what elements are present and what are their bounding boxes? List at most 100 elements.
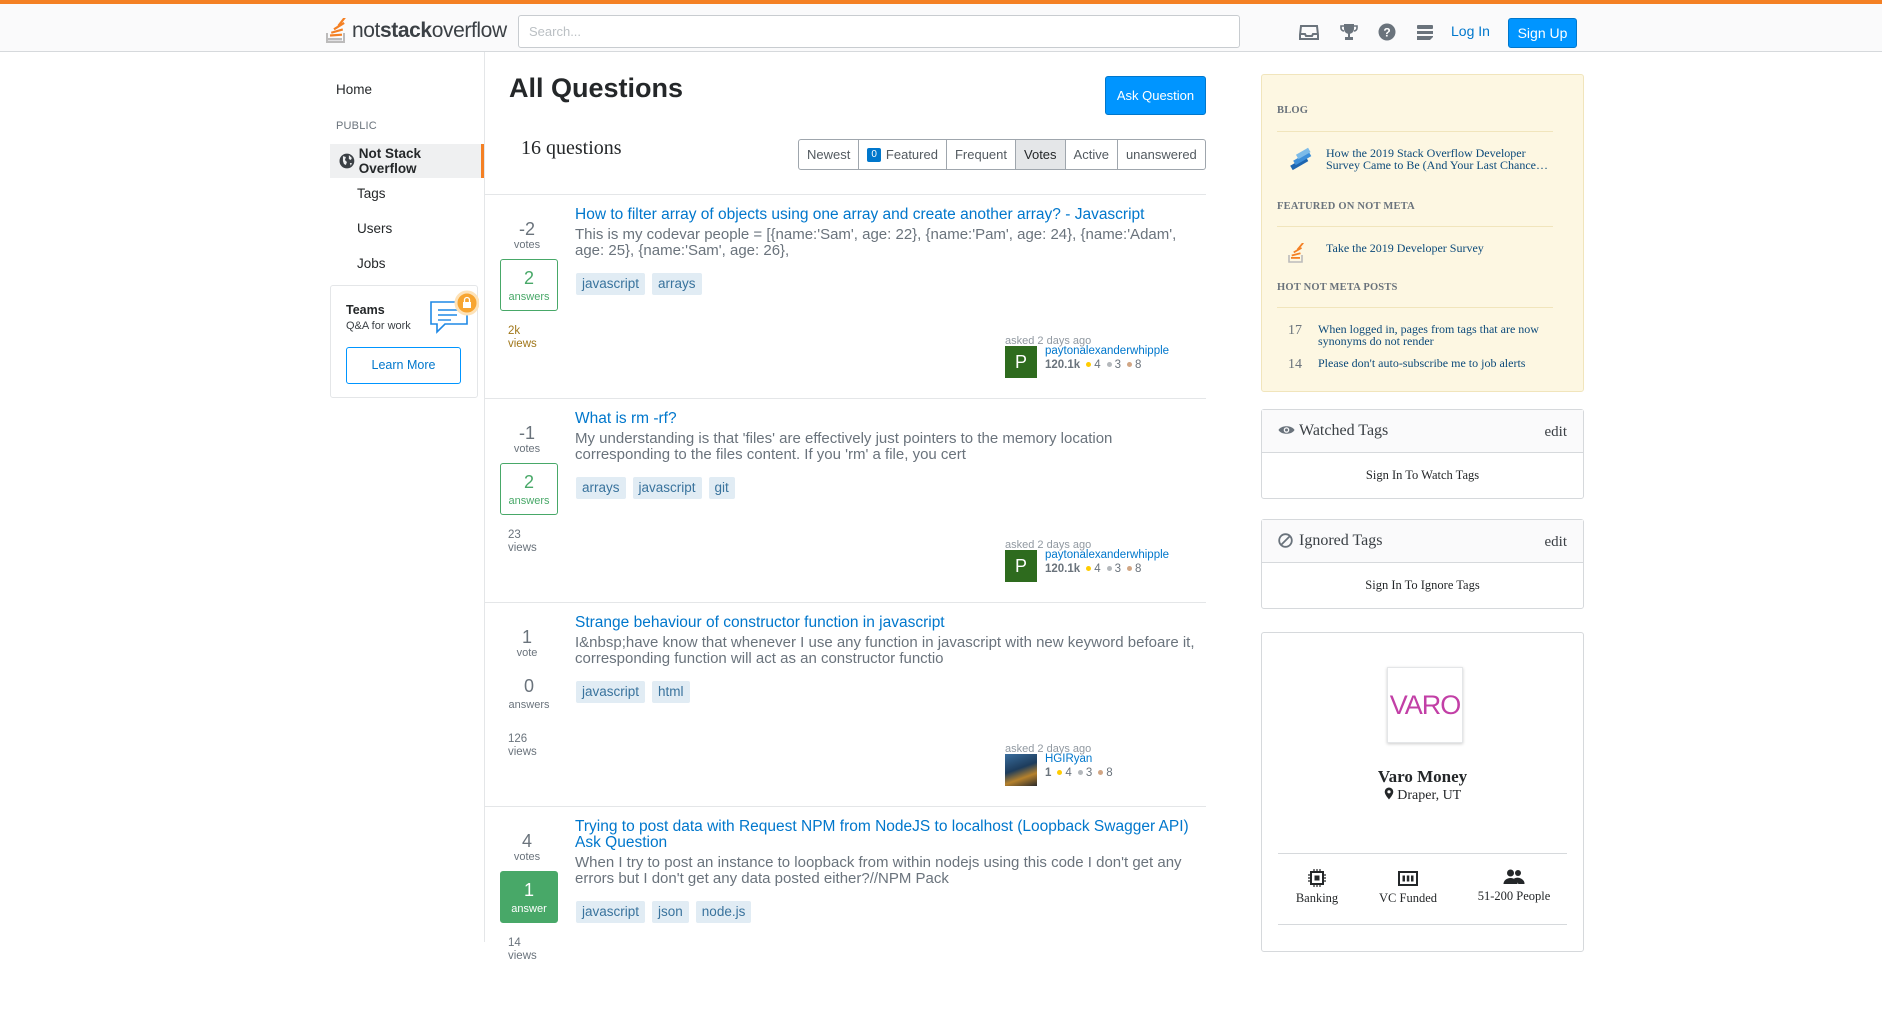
avatar[interactable] (1005, 754, 1037, 786)
edit-watched-tags-link[interactable]: edit (1545, 424, 1568, 441)
hot-post-link[interactable]: When logged in, pages from tags that are… (1318, 323, 1553, 347)
question-title-link[interactable]: Strange behaviour of constructor functio… (575, 615, 1200, 631)
trophy-icon[interactable] (1338, 22, 1360, 42)
help-icon[interactable]: ? (1376, 22, 1398, 42)
hot-posts-heading: HOT NOT META POSTS (1277, 282, 1398, 293)
tag[interactable]: javascript (576, 681, 646, 703)
sort-filters: Newest 0 Featured Frequent Votes Active u… (798, 139, 1206, 170)
tag[interactable]: arrays (576, 477, 626, 499)
question-count: 16 questions (521, 137, 622, 159)
nav-jobs[interactable]: Jobs (357, 256, 386, 271)
featured-post-link[interactable]: Take the 2019 Developer Survey (1326, 242, 1551, 254)
question-owner: asked 2 days ago HGIRyan 1438 (1005, 743, 1205, 786)
company-ad[interactable]: VARO Varo Money Draper, UT Banking VC Fu… (1261, 632, 1584, 952)
question-title-link[interactable]: What is rm -rf? (575, 411, 1200, 427)
question-excerpt: I&nbsp;have know that whenever I use any… (575, 634, 1195, 667)
stack-logo-icon (326, 18, 347, 43)
filter-unanswered[interactable]: unanswered (1118, 140, 1205, 169)
answer-count-box: 1 answer (500, 871, 558, 923)
vote-label: votes (513, 443, 541, 455)
ignored-tags-widget: Ignored Tags edit Sign In To Ignore Tags (1261, 519, 1584, 609)
user-name-link[interactable]: paytonalexanderwhipple (1045, 345, 1169, 357)
site-logo[interactable]: notstackoverflow (326, 16, 507, 46)
user-name-link[interactable]: HGIRyan (1045, 753, 1092, 765)
vote-count: -2 (518, 219, 535, 239)
hot-post-score: 17 (1288, 323, 1302, 338)
vote-label: votes (513, 851, 541, 863)
search-input[interactable] (518, 15, 1240, 48)
login-link[interactable]: Log In (1451, 23, 1490, 39)
company-feature: Banking (1276, 869, 1358, 906)
question-title-link[interactable]: Trying to post data with Request NPM fro… (575, 819, 1200, 851)
question-summary: 1 vote 0 answers 126 views Strange behavi… (485, 602, 1206, 806)
edit-ignored-tags-link[interactable]: edit (1545, 534, 1568, 551)
widget-header: Watched Tags edit (1262, 410, 1583, 453)
filter-newest[interactable]: Newest (799, 140, 860, 169)
sign-in-watch-tags-link[interactable]: Sign In To Watch Tags (1262, 453, 1583, 498)
answer-count: 2 (523, 268, 534, 288)
hot-post-link[interactable]: Please don't auto-subscribe me to job al… (1318, 357, 1553, 369)
vote-count: 1 (521, 627, 532, 647)
tag[interactable]: javascript (632, 477, 702, 499)
sign-in-ignore-tags-link[interactable]: Sign In To Ignore Tags (1262, 563, 1583, 608)
answer-count-box: 2 answers (500, 259, 558, 311)
question-excerpt: My understanding is that 'files' are eff… (575, 430, 1113, 463)
tag[interactable]: javascript (576, 901, 646, 923)
gold-badge-icon (1086, 361, 1092, 367)
left-sidebar: Home PUBLIC Not Stack Overflow Tags User… (330, 52, 484, 942)
user-reputation: 120.1k 4 3 8 (1045, 359, 1142, 371)
gold-badge-icon (1086, 565, 1092, 571)
question-tags: javascript json node.js (576, 901, 752, 923)
filter-votes[interactable]: Votes (1016, 140, 1066, 169)
silver-badge-icon (1077, 769, 1083, 775)
filter-featured[interactable]: 0 Featured (859, 140, 947, 169)
view-count: 14 views (508, 937, 537, 962)
answer-count: 1 (523, 880, 534, 900)
question-summary: -1 votes 2 answers 23 views What is rm -r… (485, 398, 1206, 602)
learn-more-button[interactable]: Learn More (346, 347, 461, 384)
tag[interactable]: arrays (652, 273, 702, 295)
nav-active-label: Not Stack Overflow (358, 146, 422, 176)
divider (1277, 131, 1553, 132)
filter-frequent[interactable]: Frequent (947, 140, 1017, 169)
signup-button[interactable]: Sign Up (1508, 18, 1577, 48)
ask-question-button[interactable]: Ask Question (1105, 76, 1206, 115)
nav-users[interactable]: Users (357, 221, 392, 236)
widget-title: Ignored Tags (1299, 532, 1383, 549)
tag[interactable]: html (652, 681, 690, 703)
question-summary: -2 votes 2 answers 2k views How to filter… (485, 194, 1206, 398)
tag[interactable]: javascript (576, 273, 646, 295)
bronze-badge-icon (1127, 361, 1132, 367)
answer-label: answers (508, 699, 550, 711)
logo-text: notstackoverflow (352, 19, 507, 42)
filter-active[interactable]: Active (1066, 140, 1118, 169)
avatar[interactable]: P (1005, 346, 1037, 378)
blog-post-link[interactable]: How the 2019 Stack Overflow Developer Su… (1326, 147, 1551, 171)
inbox-icon[interactable] (1298, 22, 1320, 42)
question-list: -2 votes 2 answers 2k views How to filter… (485, 194, 1206, 1010)
question-owner: asked 2 days ago P paytonalexanderwhippl… (1005, 539, 1205, 582)
view-count: 2k views (508, 325, 537, 350)
tag[interactable]: json (652, 901, 689, 923)
svg-text:?: ? (1383, 26, 1390, 40)
avatar[interactable]: P (1005, 550, 1037, 582)
answer-count: 2 (523, 472, 534, 492)
featured-heading: FEATURED ON NOT META (1277, 201, 1415, 212)
answer-count-box: 0 answers (500, 667, 558, 719)
teams-title: Teams (346, 303, 385, 317)
nav-tags[interactable]: Tags (357, 186, 386, 201)
nav-not-stack-overflow[interactable]: Not Stack Overflow (330, 144, 484, 178)
user-name-link[interactable]: paytonalexanderwhipple (1045, 549, 1169, 561)
location-pin-icon (1384, 787, 1394, 800)
question-excerpt: This is my codevar people = [{name:'Sam'… (575, 226, 1177, 259)
nav-home[interactable]: Home (336, 82, 372, 97)
question-title-link[interactable]: How to filter array of objects using one… (575, 207, 1200, 223)
view-count: 126 views (508, 733, 537, 758)
teams-subtitle: Q&A for work (346, 320, 411, 332)
question-owner: asked 2 days ago P paytonalexanderwhippl… (1005, 335, 1205, 378)
top-bar: notstackoverflow ? Log In Sign Up (0, 0, 1882, 52)
tag[interactable]: git (708, 477, 735, 499)
blog-stack-icon (1290, 147, 1312, 171)
site-switcher-icon[interactable] (1414, 22, 1436, 42)
tag[interactable]: node.js (695, 901, 752, 923)
